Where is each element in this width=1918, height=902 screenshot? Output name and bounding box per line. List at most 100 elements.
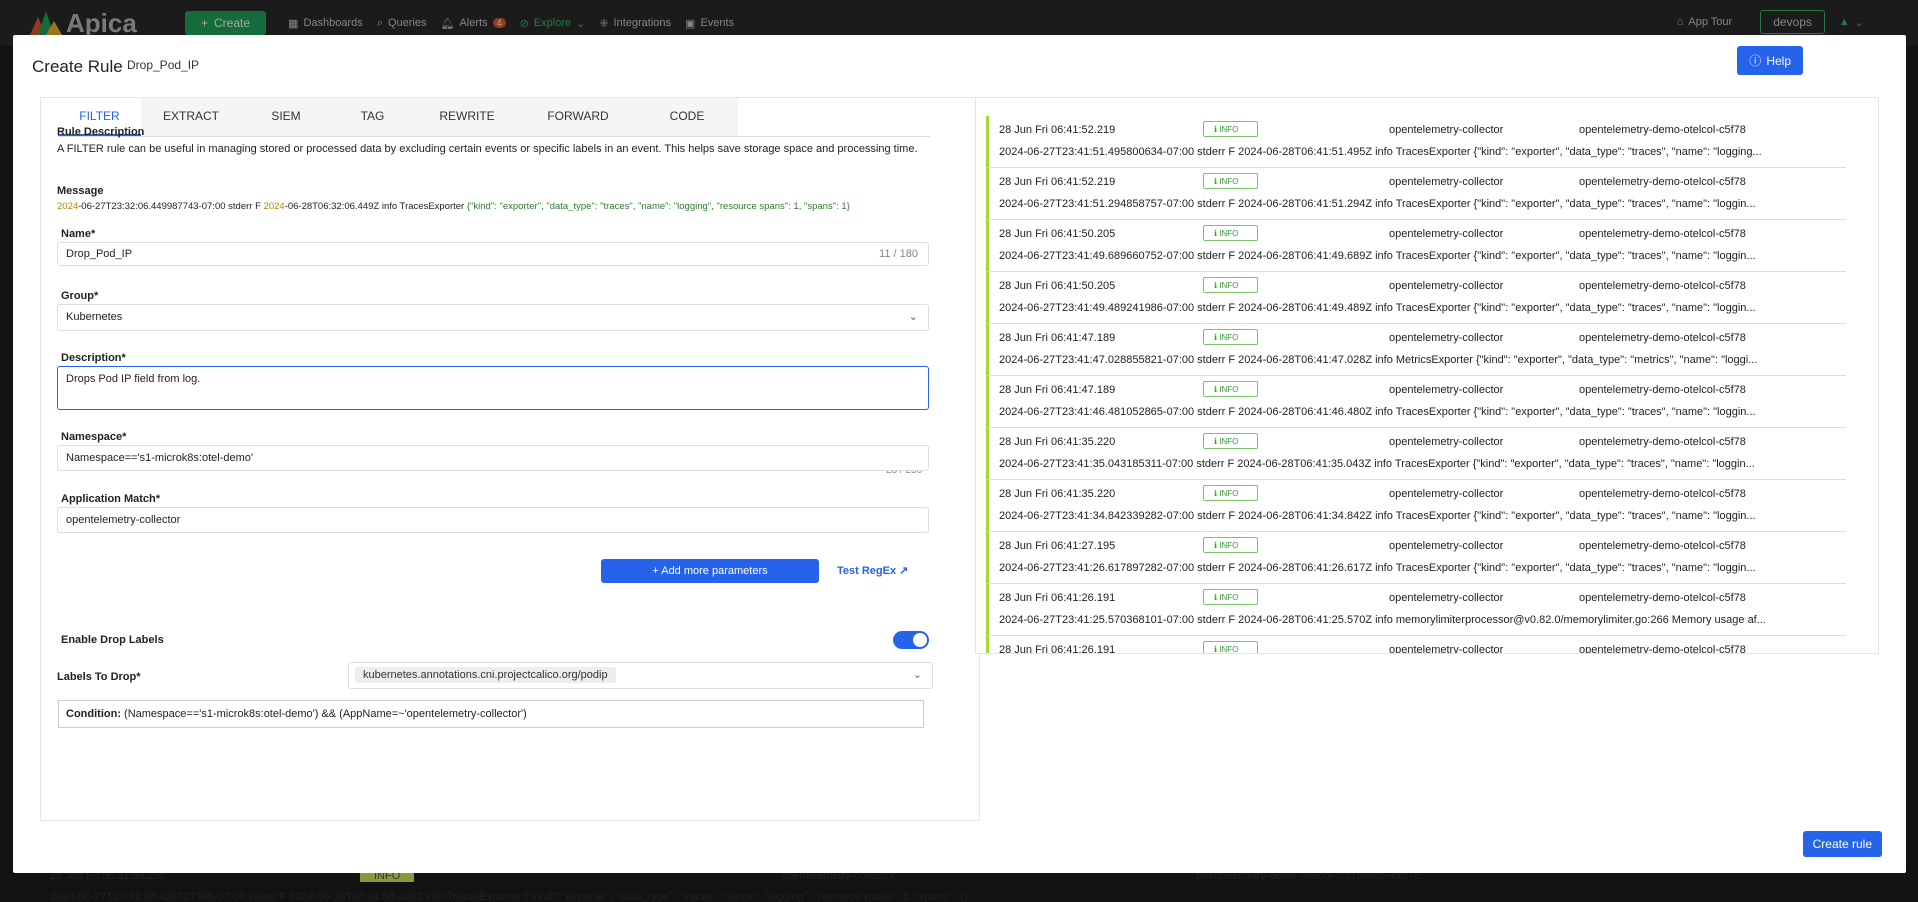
group-label: Group* xyxy=(61,290,99,302)
log-app-name: opentelemetry-collector xyxy=(1389,332,1504,344)
log-message: 2024-06-27T23:41:47.028855821-07:00 stde… xyxy=(999,354,1758,366)
log-row[interactable]: 28 Jun Fri 06:41:50.205 ℹ INFO opentelemet… xyxy=(986,220,1846,272)
log-row[interactable]: 28 Jun Fri 06:41:47.189 ℹ INFO opentelemet… xyxy=(986,324,1846,376)
name-label: Name* xyxy=(61,228,96,240)
log-message: 2024-06-27T23:41:26.617897282-07:00 stde… xyxy=(999,562,1756,574)
log-timestamp: 28 Jun Fri 06:41:26.191 xyxy=(999,644,1116,654)
create-rule-button[interactable]: Create rule xyxy=(1802,831,1882,857)
tab-rewrite[interactable]: REWRITE xyxy=(414,98,520,136)
test-regex-link[interactable]: Test RegEx ↗ xyxy=(837,564,908,577)
modal-subtitle: Drop_Pod_IP xyxy=(127,58,200,72)
log-pod-name: opentelemetry-demo-otelcol-c5f78 xyxy=(1579,176,1746,188)
tab-forward[interactable]: FORWARD xyxy=(520,98,636,136)
log-pod-name: opentelemetry-demo-otelcol-c5f78 xyxy=(1579,488,1746,500)
labels-to-drop-label: Labels To Drop* xyxy=(57,671,141,683)
log-level-badge: ℹ INFO xyxy=(1203,589,1258,605)
log-level-badge: ℹ INFO xyxy=(1203,225,1258,241)
name-char-count: 11 / 180 xyxy=(879,248,918,260)
enable-drop-labels-label: Enable Drop Labels xyxy=(61,634,164,646)
add-more-parameters-button[interactable]: + Add more parameters xyxy=(601,559,819,583)
log-pod-name: opentelemetry-demo-otelcol-c5f78 xyxy=(1579,228,1746,240)
log-message: 2024-06-27T23:41:46.481052865-07:00 stde… xyxy=(999,406,1756,418)
condition-display: Condition: (Namespace=='s1-microk8s:otel… xyxy=(58,700,924,728)
log-list: 28 Jun Fri 06:41:52.219 ℹ INFO opentelemet… xyxy=(986,116,1846,654)
rule-description-text: A FILTER rule can be useful in managing … xyxy=(57,143,918,155)
chevron-down-icon: ⌄ xyxy=(912,669,922,681)
log-row[interactable]: 28 Jun Fri 06:41:35.220 ℹ INFO opentelemet… xyxy=(986,428,1846,480)
log-row[interactable]: 28 Jun Fri 06:41:27.195 ℹ INFO opentelemet… xyxy=(986,532,1846,584)
log-timestamp: 28 Jun Fri 06:41:35.220 xyxy=(999,436,1116,448)
log-timestamp: 28 Jun Fri 06:41:27.195 xyxy=(999,540,1116,552)
log-row[interactable]: 28 Jun Fri 06:41:47.189 ℹ INFO opentelemet… xyxy=(986,376,1846,428)
log-level-badge: ℹ INFO xyxy=(1203,485,1258,501)
log-app-name: opentelemetry-collector xyxy=(1389,384,1504,396)
log-pod-name: opentelemetry-demo-otelcol-c5f78 xyxy=(1579,384,1746,396)
log-message: 2024-06-27T23:41:51.495800634-07:00 stde… xyxy=(999,146,1762,158)
log-level-badge: ℹ INFO xyxy=(1203,277,1258,293)
enable-drop-labels-toggle[interactable] xyxy=(893,631,929,649)
tab-tag[interactable]: TAG xyxy=(331,98,414,136)
tab-code[interactable]: CODE xyxy=(636,98,738,136)
log-timestamp: 28 Jun Fri 06:41:47.189 xyxy=(999,332,1116,344)
log-message: 2024-06-27T23:41:49.489241986-07:00 stde… xyxy=(999,302,1756,314)
help-button[interactable]: ⓘ Help xyxy=(1737,46,1803,75)
group-select[interactable]: Kubernetes ⌄ xyxy=(57,304,929,331)
log-level-badge: ℹ INFO xyxy=(1203,641,1258,653)
log-app-name: opentelemetry-collector xyxy=(1389,176,1504,188)
log-timestamp: 28 Jun Fri 06:41:50.205 xyxy=(999,280,1116,292)
application-match-input[interactable]: opentelemetry-collector xyxy=(57,507,929,533)
log-row[interactable]: 28 Jun Fri 06:41:50.205 ℹ INFO opentelemet… xyxy=(986,272,1846,324)
chevron-down-icon: ⌄ xyxy=(908,311,918,323)
tab-extract[interactable]: EXTRACT xyxy=(141,98,241,136)
log-level-badge: ℹ INFO xyxy=(1203,537,1258,553)
log-pod-name: opentelemetry-demo-otelcol-c5f78 xyxy=(1579,124,1746,136)
log-app-name: opentelemetry-collector xyxy=(1389,228,1504,240)
modal-title: Create Rule xyxy=(32,57,123,76)
message-label: Message xyxy=(57,185,104,197)
log-app-name: opentelemetry-collector xyxy=(1389,488,1504,500)
log-row[interactable]: 28 Jun Fri 06:41:26.191 ℹ INFO opentelemet… xyxy=(986,636,1846,654)
log-pod-name: opentelemetry-demo-otelcol-c5f78 xyxy=(1579,540,1746,552)
log-timestamp: 28 Jun Fri 06:41:35.220 xyxy=(999,488,1116,500)
rule-type-tabs: FILTER EXTRACT SIEM TAG REWRITE FORWARD … xyxy=(58,98,738,136)
log-level-badge: ℹ INFO xyxy=(1203,173,1258,189)
label-chip[interactable]: kubernetes.annotations.cni.projectcalico… xyxy=(355,667,616,683)
log-level-badge: ℹ INFO xyxy=(1203,121,1258,137)
log-row[interactable]: 28 Jun Fri 06:41:35.220 ℹ INFO opentelemet… xyxy=(986,480,1846,532)
log-app-name: opentelemetry-collector xyxy=(1389,280,1504,292)
log-level-badge: ℹ INFO xyxy=(1203,433,1258,449)
log-pod-name: opentelemetry-demo-otelcol-c5f78 xyxy=(1579,332,1746,344)
log-row[interactable]: 28 Jun Fri 06:41:52.219 ℹ INFO opentelemet… xyxy=(986,168,1846,220)
rule-description-label: Rule Description xyxy=(57,126,145,138)
description-label: Description* xyxy=(61,352,126,364)
log-app-name: opentelemetry-collector xyxy=(1389,124,1504,136)
log-app-name: opentelemetry-collector xyxy=(1389,436,1504,448)
log-timestamp: 28 Jun Fri 06:41:50.205 xyxy=(999,228,1116,240)
log-preview-panel: 28 Jun Fri 06:41:52.219 ℹ INFO opentelemet… xyxy=(975,97,1879,654)
log-message: 2024-06-27T23:41:25.570368101-07:00 stde… xyxy=(999,614,1766,626)
help-icon: ⓘ xyxy=(1749,54,1762,68)
log-pod-name: opentelemetry-demo-otelcol-c5f78 xyxy=(1579,436,1746,448)
log-app-name: opentelemetry-collector xyxy=(1389,592,1504,604)
log-pod-name: opentelemetry-demo-otelcol-c5f78 xyxy=(1579,280,1746,292)
description-textarea[interactable]: Drops Pod IP field from log. xyxy=(57,366,929,410)
labels-to-drop-select[interactable]: kubernetes.annotations.cni.projectcalico… xyxy=(348,662,933,689)
name-input[interactable]: Drop_Pod_IP 11 / 180 xyxy=(57,242,929,266)
log-timestamp: 28 Jun Fri 06:41:52.219 xyxy=(999,176,1116,188)
create-rule-modal: Create Rule Drop_Pod_IP ⓘ Help FILTER EXT… xyxy=(13,35,1906,873)
toggle-knob xyxy=(913,633,927,647)
log-timestamp: 28 Jun Fri 06:41:47.189 xyxy=(999,384,1116,396)
log-message: 2024-06-27T23:41:51.294858757-07:00 stde… xyxy=(999,198,1756,210)
namespace-input[interactable]: Namespace=='s1-microk8s:otel-demo' xyxy=(57,445,929,471)
log-app-name: opentelemetry-collector xyxy=(1389,540,1504,552)
namespace-label: Namespace* xyxy=(61,431,127,443)
log-app-name: opentelemetry-collector xyxy=(1389,644,1504,654)
log-message: 2024-06-27T23:41:49.689660752-07:00 stde… xyxy=(999,250,1756,262)
external-link-icon: ↗ xyxy=(899,565,909,577)
log-level-badge: ℹ INFO xyxy=(1203,329,1258,345)
log-message: 2024-06-27T23:41:35.043185311-07:00 stde… xyxy=(999,458,1755,470)
log-row[interactable]: 28 Jun Fri 06:41:52.219 ℹ INFO opentelemet… xyxy=(986,116,1846,168)
log-row[interactable]: 28 Jun Fri 06:41:26.191 ℹ INFO opentelemet… xyxy=(986,584,1846,636)
tab-siem[interactable]: SIEM xyxy=(241,98,331,136)
tab-divider xyxy=(58,136,930,137)
